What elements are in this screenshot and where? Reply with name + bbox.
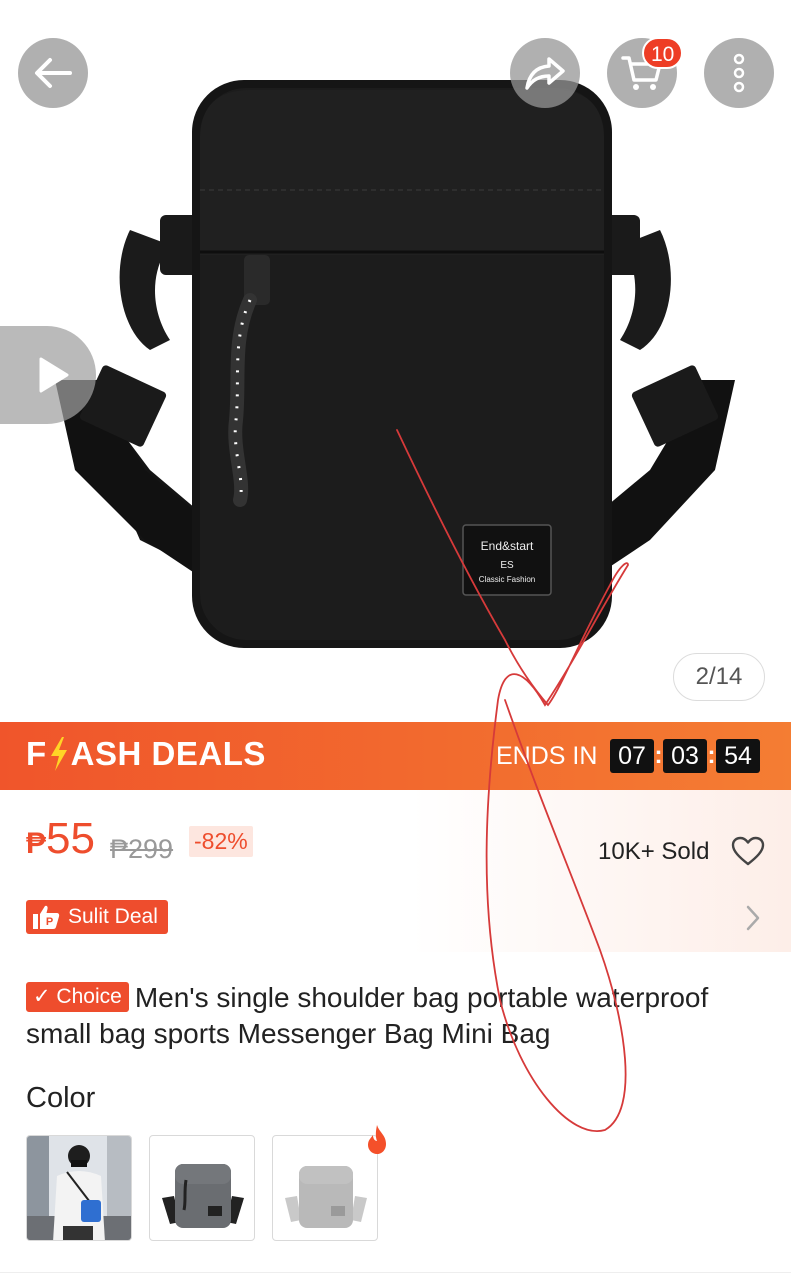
flash-deals-title: F ASH DEALS	[26, 735, 266, 773]
timer-separator: :	[654, 742, 663, 769]
color-label: Color	[26, 1082, 96, 1114]
flame-icon	[368, 1125, 386, 1154]
heart-icon[interactable]	[731, 836, 765, 866]
color-option-2[interactable]	[149, 1135, 255, 1241]
back-button[interactable]	[18, 38, 88, 108]
variant-photo-gray-bag	[162, 1164, 244, 1228]
share-icon	[525, 57, 565, 90]
discount-badge: -82%	[189, 826, 253, 857]
patch-text-2: ES	[500, 560, 514, 571]
color-option-3[interactable]	[272, 1135, 378, 1241]
product-title-block: ✓ Choice Men's single shoulder bag portab…	[26, 980, 776, 1052]
product-image-gallery[interactable]: End&start ES Classic Fashion 10 2/14	[0, 0, 791, 722]
patch-text-1: End&start	[481, 539, 534, 553]
back-arrow-icon	[35, 58, 72, 88]
sold-count: 10K+ Sold	[598, 838, 710, 865]
current-price-value: 55	[46, 814, 95, 863]
product-photo: End&start ES Classic Fashion	[55, 80, 735, 648]
color-option-1[interactable]	[26, 1135, 132, 1241]
flash-title-suffix: ASH DEALS	[70, 735, 266, 772]
thumbs-up-icon: P	[33, 905, 60, 929]
lightning-icon	[50, 737, 67, 771]
timer-separator: :	[707, 742, 716, 769]
sulit-deal-label: Sulit Deal	[68, 905, 158, 928]
image-counter: 2/14	[673, 653, 765, 701]
more-vertical-icon	[733, 53, 745, 93]
variant-photo-light-gray-bag	[285, 1166, 367, 1228]
share-button[interactable]	[510, 38, 580, 108]
patch-text-3: Classic Fashion	[479, 575, 535, 584]
countdown-timer: 07 : 03 : 54	[610, 739, 760, 773]
flash-title-prefix: F	[26, 735, 47, 772]
more-options-button[interactable]	[704, 38, 774, 108]
flash-deals-bar[interactable]: F ASH DEALS ENDS IN 07 : 03 : 54	[0, 722, 791, 790]
timer-hours: 07	[610, 739, 654, 773]
timer-minutes: 03	[663, 739, 707, 773]
play-video-button[interactable]	[0, 326, 96, 424]
choice-badge: ✓ Choice	[26, 982, 129, 1012]
price-section: ₱ 55 ₱299 -82% 10K+ Sold P Sulit Deal	[0, 790, 791, 952]
ends-in-label: ENDS IN	[496, 742, 598, 770]
cart-count-badge: 10	[642, 37, 684, 69]
svg-text:P: P	[46, 916, 53, 928]
original-price: ₱299	[110, 834, 174, 864]
timer-seconds: 54	[716, 739, 760, 773]
currency-symbol: ₱	[26, 827, 47, 860]
section-divider	[0, 1272, 791, 1273]
variant-photo-person	[27, 1136, 131, 1240]
product-title: ✓ Choice Men's single shoulder bag portab…	[26, 980, 776, 1052]
chevron-right-icon[interactable]	[744, 904, 762, 932]
play-icon	[39, 357, 69, 393]
current-price: ₱ 55	[26, 814, 95, 864]
sulit-deal-badge[interactable]: P Sulit Deal	[26, 900, 168, 934]
